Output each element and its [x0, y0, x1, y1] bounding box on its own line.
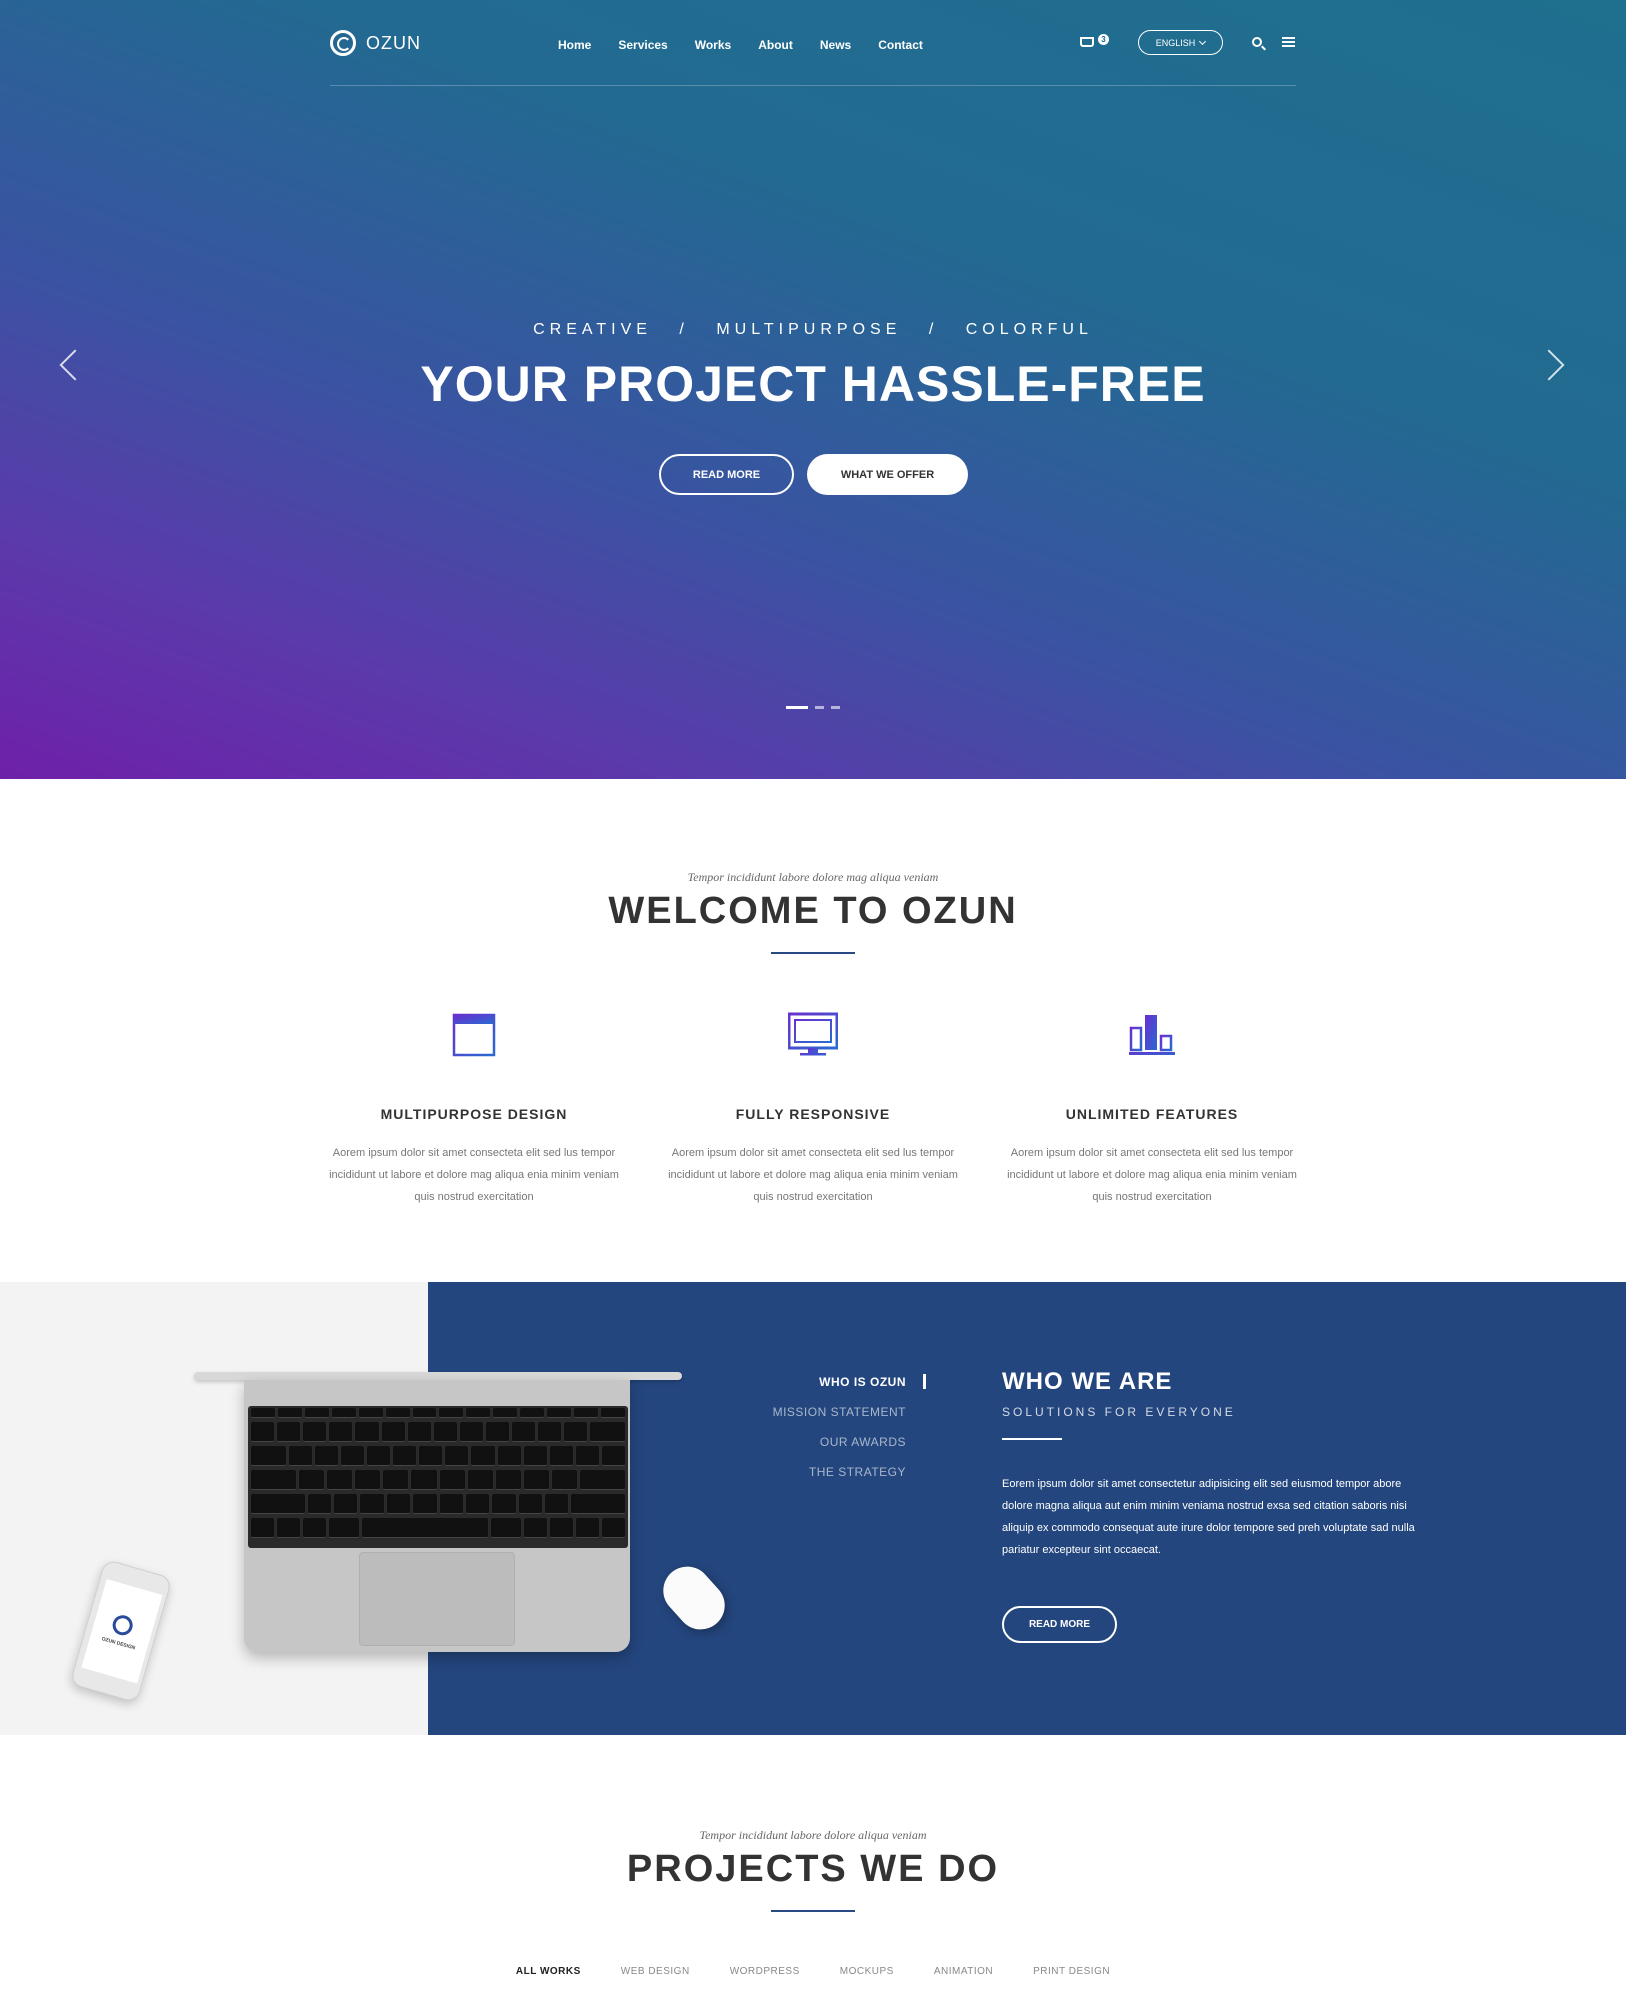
keyboard — [248, 1406, 628, 1548]
search-icon[interactable] — [1252, 37, 1262, 47]
hero-sub-multipurpose: MULTIPURPOSE — [716, 321, 902, 338]
cart-icon[interactable]: 3 — [1080, 34, 1109, 50]
layout-icon — [449, 1010, 499, 1060]
read-more-button[interactable]: READ MORE — [659, 454, 794, 495]
monitor-icon — [787, 1010, 839, 1060]
cart-count-badge: 3 — [1098, 34, 1109, 45]
filter-web-design[interactable]: WEB DESIGN — [621, 1966, 690, 1977]
feature-card: MULTIPURPOSE DESIGN Aorem ipsum dolor si… — [324, 1010, 624, 1208]
chart-bars-icon — [1127, 1010, 1177, 1060]
logo-icon — [110, 1612, 136, 1638]
welcome-tagline: Tempor incididunt labore dolore mag aliq… — [687, 870, 939, 884]
menu-icon[interactable] — [1282, 37, 1295, 48]
projects-tagline: Tempor incididunt labore dolore aliqua v… — [699, 1828, 927, 1842]
hero-section: OZUN Home Services Works About News Cont… — [0, 0, 1626, 779]
trackpad — [359, 1552, 515, 1646]
feature-title: FULLY RESPONSIVE — [735, 1106, 891, 1122]
hero-sub-separator: / — [928, 321, 939, 338]
filter-animation[interactable]: ANIMATION — [934, 1966, 993, 1977]
feature-card: UNLIMITED FEATURES Aorem ipsum dolor sit… — [1002, 1010, 1302, 1208]
header-divider — [330, 85, 1296, 86]
projects-title: PROJECTS WE DO — [626, 1848, 1000, 1890]
tab-who-is-ozun[interactable]: WHO IS OZUN — [740, 1374, 926, 1404]
hero-sub-separator: / — [679, 321, 689, 338]
who-tabs: WHO IS OZUN MISSION STATEMENT OUR AWARDS… — [740, 1374, 926, 1494]
nav-services[interactable]: Services — [618, 38, 667, 52]
who-text: Eorem ipsum dolor sit amet consectetur a… — [1002, 1478, 1415, 1556]
slider-dots — [786, 706, 840, 709]
tab-our-awards[interactable]: OUR AWARDS — [740, 1434, 926, 1464]
nav-home[interactable]: Home — [558, 38, 591, 52]
hero-sub-creative: CREATIVE — [533, 321, 652, 338]
project-filters: ALL WORKS WEB DESIGN WORDPRESS MOCKUPS A… — [0, 1966, 1626, 1977]
language-select[interactable]: ENGLISH — [1138, 30, 1223, 55]
feature-text: Aorem ipsum dolor sit amet consecteta el… — [329, 1147, 619, 1203]
slider-dot[interactable] — [786, 706, 808, 709]
tab-the-strategy[interactable]: THE STRATEGY — [740, 1464, 926, 1494]
nav-about[interactable]: About — [758, 38, 793, 52]
main-nav: Home Services Works About News Contact — [558, 38, 950, 52]
slider-dot[interactable] — [831, 706, 840, 709]
filter-mockups[interactable]: MOCKUPS — [840, 1966, 894, 1977]
logo-icon — [330, 30, 356, 56]
logo[interactable]: OZUN — [330, 30, 421, 56]
tab-mission-statement[interactable]: MISSION STATEMENT — [740, 1404, 926, 1434]
filter-print-design[interactable]: PRINT DESIGN — [1033, 1966, 1110, 1977]
who-read-more-button[interactable]: READ MORE — [1002, 1606, 1117, 1643]
phone-label: OZUN DESIGN — [100, 1636, 136, 1652]
cart-basket — [1080, 37, 1094, 47]
who-subtitle: SOLUTIONS FOR EVERYONE — [1002, 1405, 1236, 1419]
nav-contact[interactable]: Contact — [878, 38, 923, 52]
who-title: WHO WE ARE — [1002, 1368, 1173, 1395]
slider-dot[interactable] — [815, 706, 824, 709]
logo-text: OZUN — [366, 32, 421, 53]
nav-news[interactable]: News — [820, 38, 851, 52]
welcome-divider — [771, 952, 855, 954]
filter-all-works[interactable]: ALL WORKS — [516, 1966, 581, 1977]
feature-card: FULLY RESPONSIVE Aorem ipsum dolor sit a… — [663, 1010, 963, 1208]
language-label: ENGLISH — [1155, 37, 1196, 48]
feature-text: Aorem ipsum dolor sit amet consecteta el… — [668, 1147, 958, 1203]
welcome-title: WELCOME TO OZUN — [608, 890, 1018, 932]
who-divider — [1002, 1438, 1062, 1440]
hero-subtitle: CREATIVE / MULTIPURPOSE / COLORFUL — [0, 321, 1626, 339]
laptop-image — [194, 1372, 682, 1380]
projects-divider — [771, 1910, 855, 1912]
filter-wordpress[interactable]: WORDPRESS — [730, 1966, 800, 1977]
nav-works[interactable]: Works — [695, 38, 731, 52]
hero-title: YOUR PROJECT HASSLE-FREE — [420, 356, 1206, 412]
hero-sub-colorful: COLORFUL — [965, 321, 1093, 338]
feature-title: UNLIMITED FEATURES — [1065, 1106, 1239, 1122]
chevron-down-icon — [1199, 37, 1207, 45]
feature-title: MULTIPURPOSE DESIGN — [380, 1106, 568, 1122]
what-we-offer-button[interactable]: WHAT WE OFFER — [807, 454, 968, 495]
feature-text: Aorem ipsum dolor sit amet consecteta el… — [1007, 1147, 1297, 1203]
